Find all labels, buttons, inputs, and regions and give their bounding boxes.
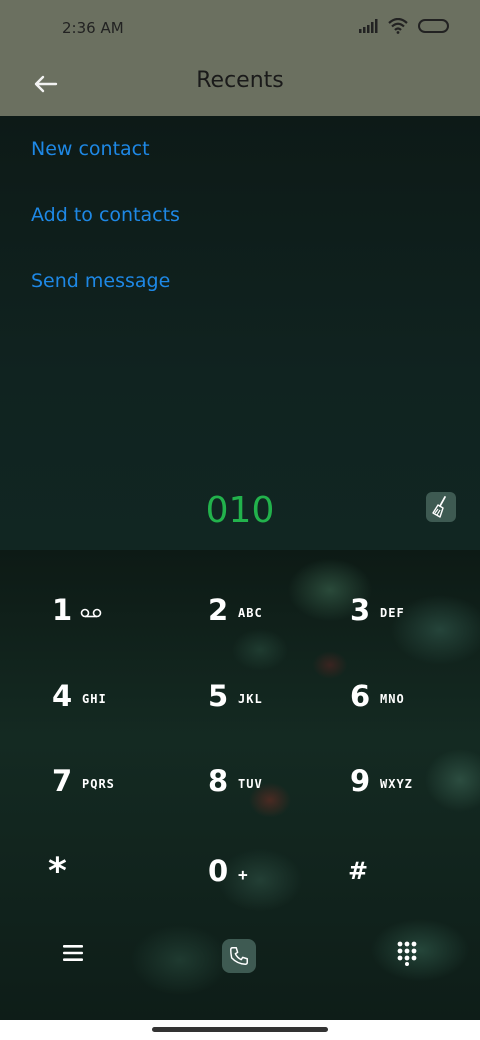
navigation-bar [0,1020,480,1040]
key-digit: 5 [208,679,229,713]
key-digit: 2 [208,593,229,627]
key-letters: GHI [82,692,107,706]
send-message-link[interactable]: Send message [31,270,170,292]
battery-icon [418,19,449,33]
key-2[interactable]: 2 ABC [208,585,308,635]
keypad-toggle-button[interactable] [392,938,422,968]
key-3[interactable]: 3 DEF [350,585,450,635]
key-digit: 3 [350,593,371,627]
key-0[interactable]: 0 + [208,846,308,896]
key-digit: 8 [208,764,229,798]
dialpad: 1 2 ABC 3 DEF 4 GHI 5 JKL 6 MNO 7 PQRS 8… [0,550,480,1020]
app-bar: Recents [0,56,480,116]
voicemail-icon [80,608,102,618]
keypad-icon [397,941,417,966]
dialed-number: 010 [205,490,275,531]
key-digit: 0 [208,854,229,888]
home-handle[interactable] [152,1027,328,1032]
key-digit: 4 [52,679,73,713]
new-contact-link[interactable]: New contact [31,138,150,160]
key-letters: TUV [238,777,263,791]
key-4[interactable]: 4 GHI [52,671,152,721]
signal-icon [359,19,378,33]
add-to-contacts-link[interactable]: Add to contacts [31,204,180,226]
key-letters: ABC [238,606,263,620]
key-digit: 1 [52,593,73,627]
menu-button[interactable] [58,938,88,968]
key-digit: 6 [350,679,371,713]
status-time: 2:36 AM [62,19,124,37]
system-icons [358,18,450,34]
key-8[interactable]: 8 TUV [208,756,308,806]
key-6[interactable]: 6 MNO [350,671,450,721]
menu-icon [63,945,83,961]
key-letters: PQRS [82,777,115,791]
call-button[interactable] [222,939,256,973]
key-letters: + [238,864,249,884]
phone-icon [230,947,248,965]
key-5[interactable]: 5 JKL [208,671,308,721]
status-bar: 2:36 AM [0,0,480,56]
key-1[interactable]: 1 [52,585,152,635]
key-letters: WXYZ [380,777,413,791]
key-digit: 7 [52,764,73,798]
key-letters: DEF [380,606,405,620]
clear-button[interactable] [426,492,456,522]
key-letters: JKL [238,692,263,706]
key-digit: 9 [350,764,371,798]
page-title: Recents [196,68,284,93]
key-9[interactable]: 9 WXYZ [350,756,450,806]
key-star[interactable]: * [48,846,148,896]
key-hash[interactable]: # [348,846,448,896]
key-digit: * [48,850,67,892]
wifi-icon [388,18,408,34]
broom-icon [432,496,446,518]
recents-content [0,116,480,550]
key-letters: MNO [380,692,405,706]
key-digit: # [348,857,369,885]
key-7[interactable]: 7 PQRS [52,756,152,806]
